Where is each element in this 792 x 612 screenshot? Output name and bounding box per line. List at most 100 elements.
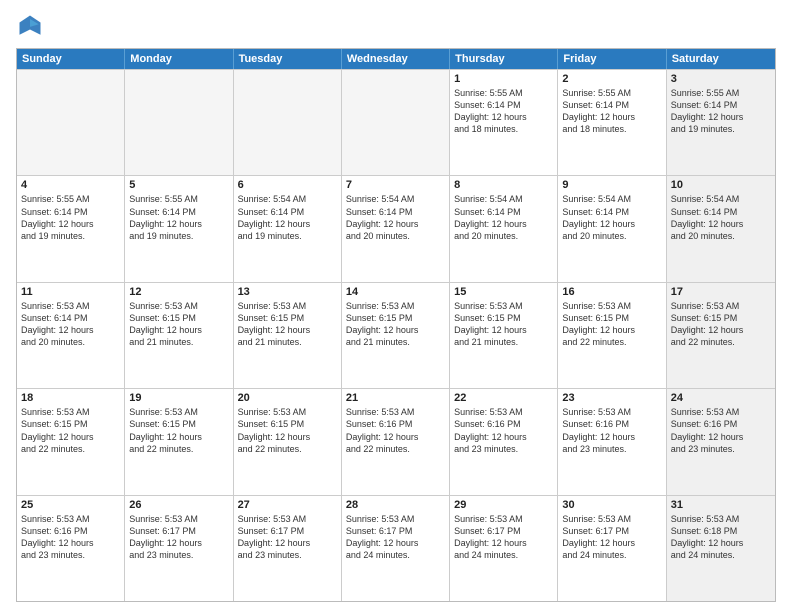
- calendar-cell: 21 Sunrise: 5:53 AM Sunset: 6:16 PM Dayli…: [342, 389, 450, 494]
- calendar-cell: [125, 70, 233, 175]
- calendar-cell: [234, 70, 342, 175]
- calendar-cell: 30 Sunrise: 5:53 AM Sunset: 6:17 PM Dayli…: [558, 496, 666, 601]
- calendar-cell: 13Sunrise: 5:53 AM Sunset: 6:15 PM Dayli…: [234, 283, 342, 388]
- calendar-row-0: 1 Sunrise: 5:55 AM Sunset: 6:14 PM Daylig…: [17, 69, 775, 175]
- calendar-cell: 26 Sunrise: 5:53 AM Sunset: 6:17 PM Dayli…: [125, 496, 233, 601]
- day-info: Sunrise: 5:53 AM Sunset: 6:15 PM Dayligh…: [562, 300, 661, 349]
- day-info: Sunrise: 5:53 AM Sunset: 6:16 PM Dayligh…: [346, 406, 445, 455]
- calendar-cell: [342, 70, 450, 175]
- calendar-cell: 6 Sunrise: 5:54 AM Sunset: 6:14 PM Daylig…: [234, 176, 342, 281]
- day-info: Sunrise: 5:55 AM Sunset: 6:14 PM Dayligh…: [454, 87, 553, 136]
- day-number: 16: [562, 286, 661, 298]
- day-number: 22: [454, 392, 553, 404]
- header-day-tuesday: Tuesday: [234, 49, 342, 69]
- day-number: 24: [671, 392, 771, 404]
- calendar-cell: 2Sunrise: 5:55 AM Sunset: 6:14 PM Daylig…: [558, 70, 666, 175]
- header-day-monday: Monday: [125, 49, 233, 69]
- day-number: 6: [238, 179, 337, 191]
- day-number: 21: [346, 392, 445, 404]
- day-number: 10: [671, 179, 771, 191]
- calendar-cell: 12Sunrise: 5:53 AM Sunset: 6:15 PM Dayli…: [125, 283, 233, 388]
- calendar-cell: 29 Sunrise: 5:53 AM Sunset: 6:17 PM Dayli…: [450, 496, 558, 601]
- day-number: 8: [454, 179, 553, 191]
- day-number: 29: [454, 499, 553, 511]
- day-number: 15: [454, 286, 553, 298]
- calendar-cell: 28Sunrise: 5:53 AM Sunset: 6:17 PM Dayli…: [342, 496, 450, 601]
- day-info: Sunrise: 5:53 AM Sunset: 6:16 PM Dayligh…: [454, 406, 553, 455]
- day-info: Sunrise: 5:53 AM Sunset: 6:15 PM Dayligh…: [238, 406, 337, 455]
- page: SundayMondayTuesdayWednesdayThursdayFrid…: [0, 0, 792, 612]
- day-info: Sunrise: 5:53 AM Sunset: 6:17 PM Dayligh…: [562, 513, 661, 562]
- day-number: 27: [238, 499, 337, 511]
- header-day-sunday: Sunday: [17, 49, 125, 69]
- day-number: 30: [562, 499, 661, 511]
- day-number: 14: [346, 286, 445, 298]
- calendar-cell: 23Sunrise: 5:53 AM Sunset: 6:16 PM Dayli…: [558, 389, 666, 494]
- day-number: 18: [21, 392, 120, 404]
- logo: [16, 12, 48, 40]
- day-number: 20: [238, 392, 337, 404]
- calendar-cell: 8 Sunrise: 5:54 AM Sunset: 6:14 PM Daylig…: [450, 176, 558, 281]
- day-info: Sunrise: 5:53 AM Sunset: 6:15 PM Dayligh…: [238, 300, 337, 349]
- calendar-cell: 7 Sunrise: 5:54 AM Sunset: 6:14 PM Daylig…: [342, 176, 450, 281]
- header-day-friday: Friday: [558, 49, 666, 69]
- calendar-cell: 5 Sunrise: 5:55 AM Sunset: 6:14 PM Daylig…: [125, 176, 233, 281]
- day-number: 1: [454, 73, 553, 85]
- calendar-cell: 1 Sunrise: 5:55 AM Sunset: 6:14 PM Daylig…: [450, 70, 558, 175]
- header-day-thursday: Thursday: [450, 49, 558, 69]
- calendar-cell: 4 Sunrise: 5:55 AM Sunset: 6:14 PM Daylig…: [17, 176, 125, 281]
- day-info: Sunrise: 5:53 AM Sunset: 6:17 PM Dayligh…: [129, 513, 228, 562]
- calendar-cell: 16 Sunrise: 5:53 AM Sunset: 6:15 PM Dayli…: [558, 283, 666, 388]
- calendar-header: SundayMondayTuesdayWednesdayThursdayFrid…: [17, 49, 775, 69]
- day-number: 17: [671, 286, 771, 298]
- calendar-row-1: 4 Sunrise: 5:55 AM Sunset: 6:14 PM Daylig…: [17, 175, 775, 281]
- calendar-cell: 27 Sunrise: 5:53 AM Sunset: 6:17 PM Dayli…: [234, 496, 342, 601]
- day-info: Sunrise: 5:53 AM Sunset: 6:15 PM Dayligh…: [129, 300, 228, 349]
- day-info: Sunrise: 5:54 AM Sunset: 6:14 PM Dayligh…: [671, 193, 771, 242]
- calendar-cell: 11Sunrise: 5:53 AM Sunset: 6:14 PM Dayli…: [17, 283, 125, 388]
- day-info: Sunrise: 5:53 AM Sunset: 6:17 PM Dayligh…: [454, 513, 553, 562]
- calendar-cell: 19 Sunrise: 5:53 AM Sunset: 6:15 PM Dayli…: [125, 389, 233, 494]
- header: [16, 12, 776, 40]
- day-number: 2: [562, 73, 661, 85]
- day-number: 4: [21, 179, 120, 191]
- day-info: Sunrise: 5:53 AM Sunset: 6:15 PM Dayligh…: [346, 300, 445, 349]
- calendar-cell: 25 Sunrise: 5:53 AM Sunset: 6:16 PM Dayli…: [17, 496, 125, 601]
- day-number: 25: [21, 499, 120, 511]
- calendar-cell: 10 Sunrise: 5:54 AM Sunset: 6:14 PM Dayli…: [667, 176, 775, 281]
- header-day-saturday: Saturday: [667, 49, 775, 69]
- calendar-row-3: 18 Sunrise: 5:53 AM Sunset: 6:15 PM Dayli…: [17, 388, 775, 494]
- day-info: Sunrise: 5:55 AM Sunset: 6:14 PM Dayligh…: [129, 193, 228, 242]
- day-number: 26: [129, 499, 228, 511]
- day-number: 3: [671, 73, 771, 85]
- day-info: Sunrise: 5:53 AM Sunset: 6:15 PM Dayligh…: [671, 300, 771, 349]
- calendar-cell: 17 Sunrise: 5:53 AM Sunset: 6:15 PM Dayli…: [667, 283, 775, 388]
- logo-icon: [16, 12, 44, 40]
- day-info: Sunrise: 5:53 AM Sunset: 6:15 PM Dayligh…: [21, 406, 120, 455]
- day-info: Sunrise: 5:54 AM Sunset: 6:14 PM Dayligh…: [238, 193, 337, 242]
- calendar: SundayMondayTuesdayWednesdayThursdayFrid…: [16, 48, 776, 602]
- calendar-cell: 24Sunrise: 5:53 AM Sunset: 6:16 PM Dayli…: [667, 389, 775, 494]
- day-info: Sunrise: 5:53 AM Sunset: 6:15 PM Dayligh…: [129, 406, 228, 455]
- day-info: Sunrise: 5:55 AM Sunset: 6:14 PM Dayligh…: [671, 87, 771, 136]
- day-info: Sunrise: 5:55 AM Sunset: 6:14 PM Dayligh…: [21, 193, 120, 242]
- day-info: Sunrise: 5:53 AM Sunset: 6:16 PM Dayligh…: [21, 513, 120, 562]
- day-info: Sunrise: 5:53 AM Sunset: 6:17 PM Dayligh…: [346, 513, 445, 562]
- calendar-cell: 18 Sunrise: 5:53 AM Sunset: 6:15 PM Dayli…: [17, 389, 125, 494]
- day-info: Sunrise: 5:54 AM Sunset: 6:14 PM Dayligh…: [346, 193, 445, 242]
- day-info: Sunrise: 5:54 AM Sunset: 6:14 PM Dayligh…: [454, 193, 553, 242]
- day-info: Sunrise: 5:53 AM Sunset: 6:15 PM Dayligh…: [454, 300, 553, 349]
- day-info: Sunrise: 5:53 AM Sunset: 6:16 PM Dayligh…: [562, 406, 661, 455]
- day-info: Sunrise: 5:53 AM Sunset: 6:14 PM Dayligh…: [21, 300, 120, 349]
- day-number: 7: [346, 179, 445, 191]
- day-number: 9: [562, 179, 661, 191]
- day-number: 5: [129, 179, 228, 191]
- day-number: 31: [671, 499, 771, 511]
- day-info: Sunrise: 5:54 AM Sunset: 6:14 PM Dayligh…: [562, 193, 661, 242]
- calendar-cell: [17, 70, 125, 175]
- calendar-body: 1 Sunrise: 5:55 AM Sunset: 6:14 PM Daylig…: [17, 69, 775, 601]
- day-number: 19: [129, 392, 228, 404]
- calendar-cell: 15 Sunrise: 5:53 AM Sunset: 6:15 PM Dayli…: [450, 283, 558, 388]
- calendar-cell: 14 Sunrise: 5:53 AM Sunset: 6:15 PM Dayli…: [342, 283, 450, 388]
- day-info: Sunrise: 5:53 AM Sunset: 6:17 PM Dayligh…: [238, 513, 337, 562]
